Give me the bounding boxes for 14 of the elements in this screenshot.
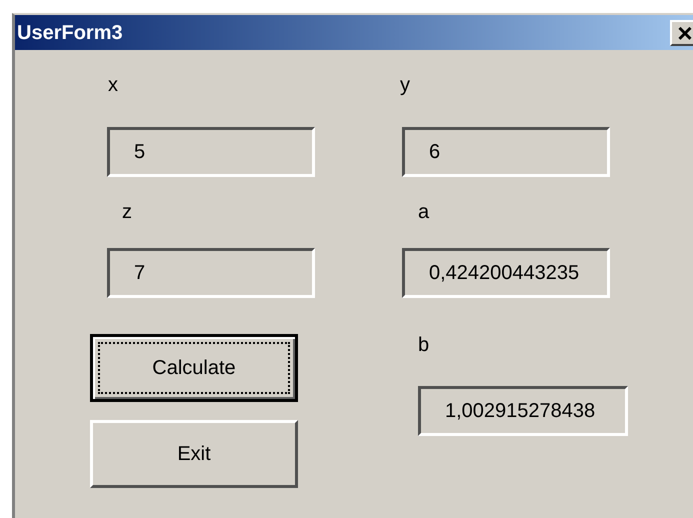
command-button[interactable]: Exit (90, 420, 298, 488)
field-label: b (418, 335, 430, 355)
text-field[interactable]: 5 (107, 127, 315, 177)
command-button[interactable]: Calculate (90, 334, 298, 402)
field-label: y (400, 75, 410, 95)
text-field[interactable]: 6 (402, 127, 610, 177)
text-field[interactable]: 0,424200443235 (402, 248, 610, 298)
text-field[interactable]: 1,002915278438 (418, 386, 628, 436)
field-label: a (418, 202, 430, 222)
field-label: x (108, 75, 118, 95)
close-button[interactable]: × (670, 20, 693, 46)
window-title: UserForm3 (17, 20, 123, 46)
text-field[interactable]: 7 (107, 248, 315, 298)
field-label: z (122, 202, 132, 222)
